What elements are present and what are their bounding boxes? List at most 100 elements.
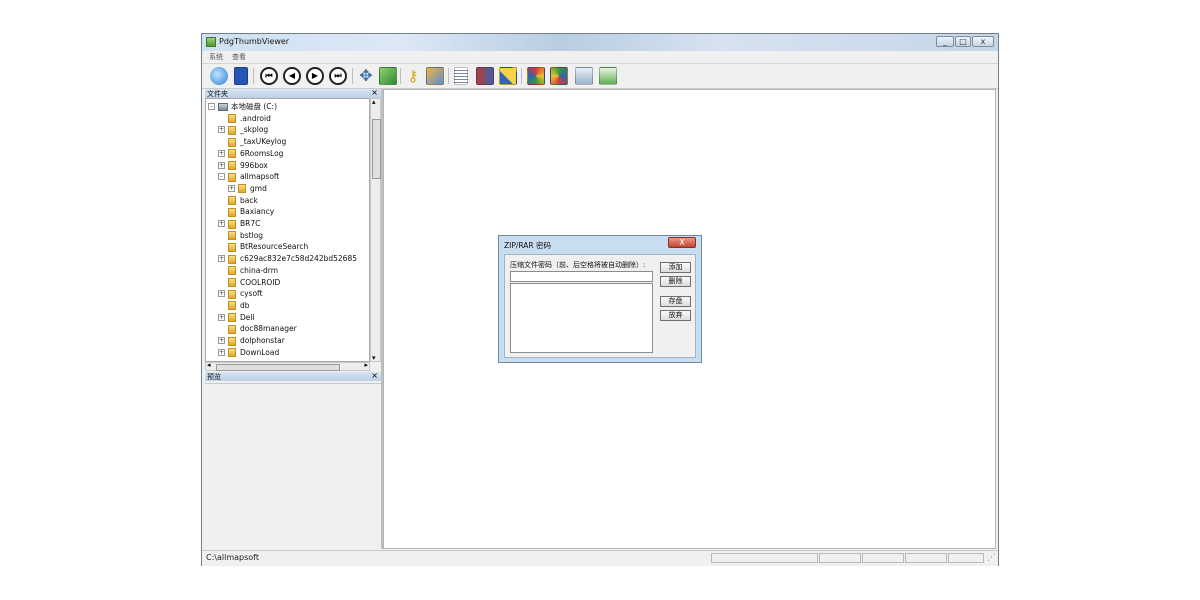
tree-item[interactable]: + gmd — [228, 183, 267, 194]
tree-item-label: db — [240, 300, 250, 310]
folder-pane-close-button[interactable]: × — [371, 88, 378, 97]
expand-icon[interactable]: + — [218, 313, 225, 321]
expand-icon[interactable]: + — [218, 161, 225, 169]
tree-item[interactable]: + cysoft — [218, 288, 263, 299]
delete-button[interactable]: 删除 — [660, 276, 691, 287]
tree-horizontal-scrollbar[interactable]: ◂ ▸ — [205, 361, 370, 371]
scroll-right-icon[interactable]: ▸ — [364, 361, 368, 369]
collapse-icon[interactable]: - — [208, 103, 215, 110]
app-icon — [206, 37, 216, 47]
folder-icon — [228, 301, 236, 311]
expand-icon[interactable]: + — [218, 149, 225, 157]
thumbnail-viewer-icon[interactable] — [210, 67, 228, 85]
next-page-icon[interactable]: ▶ — [306, 67, 324, 85]
scroll-left-icon[interactable]: ◂ — [207, 361, 211, 369]
tree-item[interactable]: back — [228, 195, 258, 206]
maximize-button[interactable]: □ — [955, 36, 971, 47]
tree-item[interactable]: - 本地磁盘 (C:) — [208, 101, 277, 112]
scroll-up-icon[interactable]: ▴ — [372, 98, 376, 106]
preview-area — [205, 383, 381, 550]
tree-item-label: .android — [240, 113, 271, 123]
status-panel — [905, 553, 947, 563]
previous-page-icon[interactable]: ◀ — [283, 67, 301, 85]
zip-password-dialog: ZIP/RAR 密码 X 压缩文件密码（前、后空格将被自动删除）: 添加 删除 … — [498, 235, 702, 363]
expand-icon[interactable]: + — [218, 126, 225, 134]
tree-item-label: bstlog — [240, 230, 264, 240]
tree-item[interactable]: BtResourceSearch — [228, 241, 308, 252]
tree-item[interactable]: db — [228, 300, 250, 311]
close-window-button[interactable]: x — [972, 36, 994, 47]
tree-item-label: BtResourceSearch — [240, 242, 309, 252]
tree-item-label: _skplog — [240, 125, 269, 135]
expand-icon[interactable]: + — [218, 337, 225, 344]
tree-item[interactable]: + _skplog — [218, 124, 269, 135]
tree-item[interactable]: + c629ac832e7c58d242bd52685 — [218, 253, 357, 264]
status-path: C:\allmapsoft — [206, 553, 259, 562]
expand-icon[interactable]: + — [218, 255, 225, 263]
help-book-icon[interactable] — [234, 67, 248, 85]
refresh-icon[interactable] — [379, 67, 397, 85]
password-input[interactable] — [510, 271, 653, 282]
delete-checklist-icon[interactable] — [599, 67, 617, 85]
folder-icon — [228, 266, 236, 276]
tree-item[interactable]: + DownLoad — [218, 347, 279, 358]
first-page-icon[interactable]: ⏮ — [260, 67, 278, 85]
expand-icon[interactable]: + — [228, 184, 235, 192]
password-list[interactable] — [510, 283, 653, 353]
horizontal-scroll-thumb[interactable] — [216, 364, 340, 371]
folder-icon — [228, 313, 236, 323]
expand-icon[interactable]: + — [218, 220, 225, 227]
collapse-icon[interactable]: - — [218, 173, 225, 181]
discard-button[interactable]: 放弃 — [660, 310, 691, 321]
menu-system[interactable]: 系统 — [209, 52, 223, 62]
save-button[interactable]: 存盘 — [660, 296, 691, 307]
checklist-icon[interactable] — [575, 67, 593, 85]
dialog-close-button[interactable]: X — [668, 237, 696, 248]
last-page-icon[interactable]: ⏭ — [329, 67, 347, 85]
tree-vertical-scrollbar[interactable]: ▴ ▾ — [370, 98, 381, 362]
resize-grip-icon[interactable]: ⋰ — [987, 553, 996, 563]
expand-icon[interactable]: + — [218, 348, 225, 356]
tree-item[interactable]: - allmapsoft — [218, 171, 279, 182]
tree-item[interactable]: + dolphonstar — [218, 335, 285, 346]
tree-item[interactable]: Baxiancy — [228, 206, 274, 217]
folder-icon — [228, 196, 236, 206]
tree-item[interactable]: + BR7C — [218, 218, 260, 229]
title-bar[interactable]: PdgThumbViewer _ □ x — [202, 34, 998, 51]
tree-item[interactable]: china-drm — [228, 265, 278, 276]
tree-item-label: doc88manager — [240, 324, 297, 334]
folder-icon — [228, 207, 236, 217]
document-icon[interactable] — [454, 67, 468, 85]
key-icon[interactable]: ⚷ — [404, 67, 422, 85]
menu-view[interactable]: 查看 — [232, 52, 246, 62]
tree-item-label: 996box — [240, 160, 268, 170]
tree-item[interactable]: bstlog — [228, 230, 263, 241]
status-panel — [862, 553, 904, 563]
tree-item[interactable]: +996box — [218, 160, 268, 171]
tree-item[interactable]: COOLROID — [228, 277, 280, 288]
tree-item[interactable]: + Dell — [218, 312, 255, 323]
folder-tree[interactable]: - 本地磁盘 (C:) .android + _skplog _taxUKeylog +6R… — [205, 98, 370, 362]
folder-icon — [238, 184, 246, 194]
tree-item-label: COOLROID — [240, 277, 281, 287]
folder-icon — [228, 172, 236, 182]
colorful-grid-icon[interactable] — [527, 67, 545, 85]
tools-icon[interactable] — [426, 67, 444, 85]
add-button[interactable]: 添加 — [660, 262, 691, 273]
move-arrows-icon[interactable]: ✥ — [357, 67, 375, 85]
scroll-down-icon[interactable]: ▾ — [372, 354, 376, 362]
tree-item[interactable]: doc88manager — [228, 323, 297, 334]
tree-item[interactable]: .android — [228, 113, 271, 124]
dialog-content: 压缩文件密码（前、后空格将被自动删除）: 添加 删除 存盘 放弃 — [504, 254, 696, 358]
minimize-button[interactable]: _ — [936, 36, 954, 47]
chart-icon[interactable] — [499, 67, 517, 85]
preview-pane-header: 预览 × — [205, 371, 381, 381]
expand-icon[interactable]: + — [218, 290, 225, 298]
folder-icon — [228, 289, 236, 299]
preview-pane-close-button[interactable]: × — [371, 371, 378, 380]
tree-item[interactable]: _taxUKeylog — [228, 136, 286, 147]
colorful-grid-x-icon[interactable] — [550, 67, 568, 85]
vertical-scroll-thumb[interactable] — [372, 119, 381, 179]
tree-item[interactable]: +6RoomsLog — [218, 148, 283, 159]
book-icon[interactable] — [476, 67, 494, 85]
